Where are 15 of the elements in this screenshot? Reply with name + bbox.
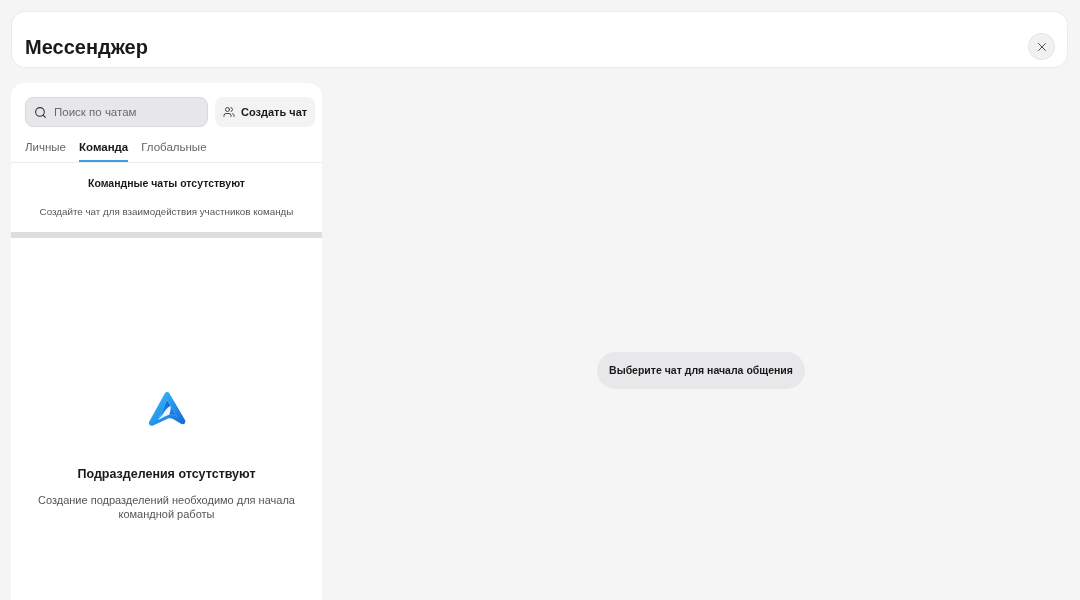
search-icon [34, 105, 47, 119]
empty-departments-description: Создание подразделений необходимо для начала командной работы [37, 493, 296, 522]
create-chat-button[interactable]: Создать чат [215, 97, 316, 127]
empty-chats-title: Командные чаты отсутствуют [88, 176, 245, 192]
page-title: Мессенджер [25, 34, 148, 60]
triangle-logo-icon [147, 391, 186, 426]
chat-category-tab[interactable]: Личные [25, 137, 66, 163]
chat-category-tab[interactable]: Глобальные [141, 137, 207, 163]
empty-departments-title: Подразделения отсутствуют [77, 465, 256, 483]
close-button[interactable] [1028, 33, 1055, 60]
empty-chats-description: Создайте чат для взаимодействия участников команды [39, 205, 294, 219]
search-field[interactable]: Поиск по чатам [25, 97, 208, 127]
users-icon [223, 106, 235, 118]
select-chat-hint: Выберите чат для начала общения [597, 352, 805, 389]
chat-category-tab[interactable]: Команда [79, 137, 129, 163]
